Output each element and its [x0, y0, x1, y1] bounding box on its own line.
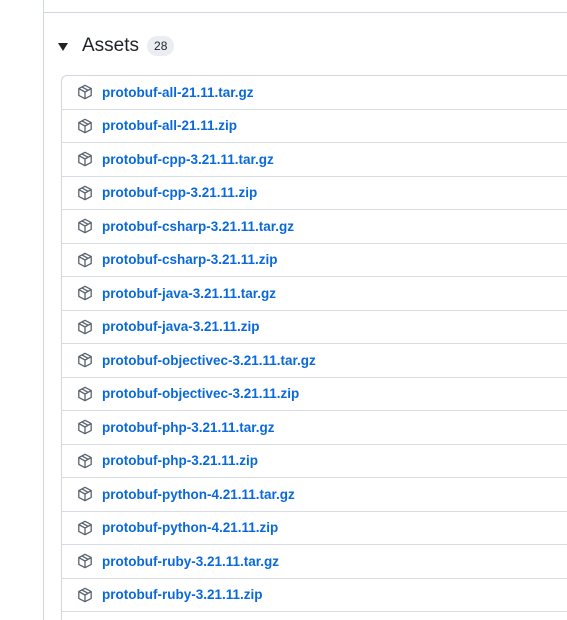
- asset-link[interactable]: protobuf-java-3.21.11.tar.gz: [102, 286, 276, 301]
- asset-link[interactable]: protobuf-objectivec-3.21.11.zip: [102, 386, 299, 401]
- asset-row: protobuf-all-21.11.zip: [62, 110, 567, 143]
- asset-link[interactable]: protobuf-cpp-3.21.11.tar.gz: [102, 152, 274, 167]
- asset-row: protobuf-python-4.21.11.zip: [62, 512, 567, 545]
- package-icon: [78, 218, 92, 234]
- package-icon: [78, 587, 92, 603]
- package-icon: [78, 486, 92, 502]
- asset-row: protobuf-cpp-3.21.11.tar.gz: [62, 143, 567, 177]
- asset-link[interactable]: protobuf-ruby-3.21.11.zip: [102, 587, 263, 602]
- asset-link[interactable]: protobuf-objectivec-3.21.11.tar.gz: [102, 353, 316, 368]
- asset-row: protobuf-csharp-3.21.11.zip: [62, 244, 567, 277]
- asset-row: protobuf-ruby-3.21.11.tar.gz: [62, 545, 567, 579]
- package-icon: [78, 453, 92, 469]
- asset-link[interactable]: protobuf-all-21.11.tar.gz: [102, 85, 254, 100]
- asset-row: protobuf-objectivec-3.21.11.zip: [62, 378, 567, 411]
- package-icon: [78, 118, 92, 134]
- asset-row: protobuf-objectivec-3.21.11.tar.gz: [62, 344, 567, 378]
- package-icon: [78, 319, 92, 335]
- assets-header[interactable]: Assets 28: [58, 33, 175, 59]
- asset-link[interactable]: protobuf-python-4.21.11.zip: [102, 520, 278, 535]
- asset-link[interactable]: protobuf-java-3.21.11.zip: [102, 319, 260, 334]
- package-icon: [78, 419, 92, 435]
- package-icon: [78, 185, 92, 201]
- asset-link[interactable]: protobuf-python-4.21.11.tar.gz: [102, 487, 295, 502]
- asset-row: protobuf-php-3.21.11.tar.gz: [62, 411, 567, 445]
- package-icon: [78, 151, 92, 167]
- package-icon: [78, 386, 92, 402]
- asset-link[interactable]: protobuf-csharp-3.21.11.zip: [102, 252, 278, 267]
- asset-row: protobuf-all-21.11.tar.gz: [62, 76, 567, 110]
- asset-row: protobuf-csharp-3.21.11.tar.gz: [62, 210, 567, 244]
- asset-link[interactable]: protobuf-ruby-3.21.11.tar.gz: [102, 554, 279, 569]
- package-icon: [78, 84, 92, 100]
- assets-title: Assets: [82, 35, 140, 56]
- asset-row: protobuf-java-3.21.11.zip: [62, 311, 567, 344]
- assets-count-badge: 28: [147, 36, 175, 56]
- asset-row: protobuf-java-3.21.11.tar.gz: [62, 277, 567, 311]
- package-icon: [78, 285, 92, 301]
- asset-list: protobuf-all-21.11.tar.gz protobuf-all-21…: [61, 75, 567, 620]
- package-icon: [78, 352, 92, 368]
- asset-link[interactable]: protobuf-all-21.11.zip: [102, 118, 237, 133]
- asset-row: protobuf-php-3.21.11.zip: [62, 445, 567, 478]
- divider: [43, 12, 567, 13]
- asset-link[interactable]: protobuf-cpp-3.21.11.zip: [102, 185, 257, 200]
- caret-down-icon[interactable]: [58, 43, 68, 51]
- asset-row: protobuf-ruby-3.21.11.zip: [62, 579, 567, 612]
- asset-link[interactable]: protobuf-php-3.21.11.tar.gz: [102, 420, 275, 435]
- asset-row: protobuf-cpp-3.21.11.zip: [62, 177, 567, 210]
- asset-row: [62, 612, 567, 620]
- package-icon: [78, 553, 92, 569]
- package-icon: [78, 252, 92, 268]
- package-icon: [78, 520, 92, 536]
- release-page: Assets 28 protobuf-all-21.11.tar.gz proto…: [0, 0, 567, 620]
- asset-link[interactable]: protobuf-php-3.21.11.zip: [102, 453, 258, 468]
- asset-row: protobuf-python-4.21.11.tar.gz: [62, 478, 567, 512]
- asset-link[interactable]: protobuf-csharp-3.21.11.tar.gz: [102, 219, 294, 234]
